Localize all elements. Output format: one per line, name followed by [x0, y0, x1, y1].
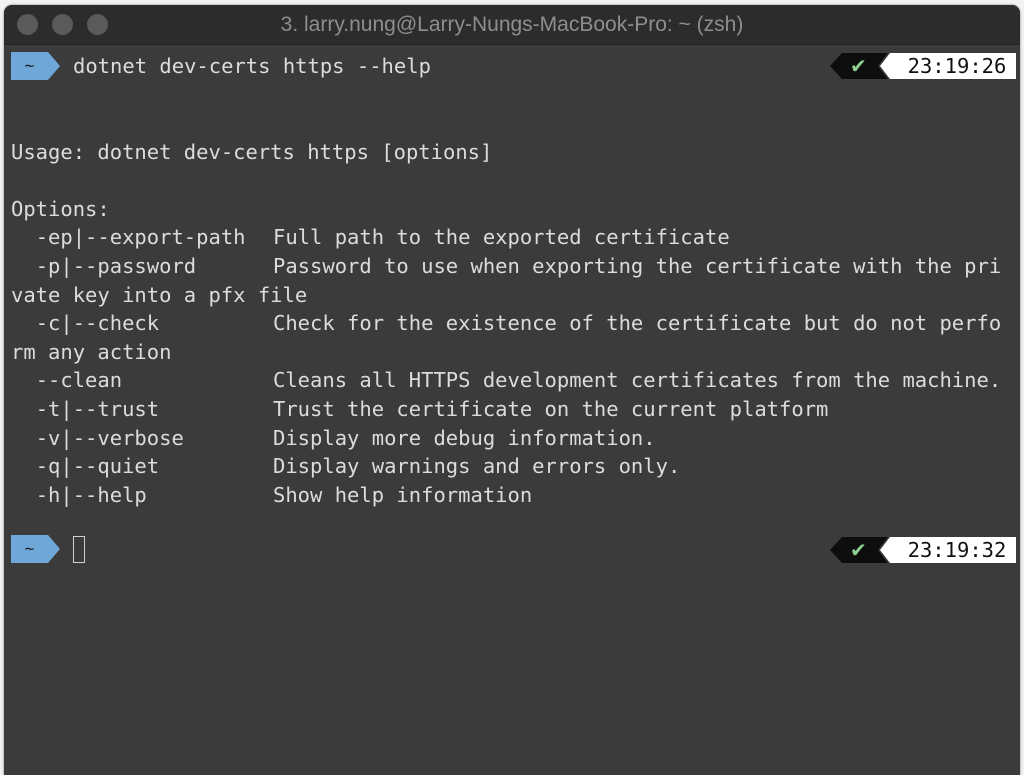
terminal-window: 3. larry.nung@Larry-Nungs-MacBook-Pro: ~… [4, 5, 1020, 775]
usage-line: Usage: dotnet dev-certs https [options] [11, 139, 493, 164]
option-row-wrap: rm any action [11, 339, 172, 364]
option-row-wrap: vate key into a pfx file [11, 282, 308, 307]
prompt-dir: ~ [24, 56, 35, 75]
timestamp: 23:19:26 [907, 54, 1007, 78]
prompt-dir-badge: ~ [11, 535, 60, 563]
option-row: --clean Cleans all HTTPS development cert… [35, 368, 1002, 393]
check-icon: ✔ [850, 538, 867, 562]
option-row: -h|--help Show help information [35, 482, 533, 507]
option-row: -q|--quiet Display warnings and errors on… [35, 454, 681, 479]
title-bar: 3. larry.nung@Larry-Nungs-MacBook-Pro: ~… [4, 5, 1020, 45]
check-icon: ✔ [850, 54, 867, 78]
window-title: 3. larry.nung@Larry-Nungs-MacBook-Pro: ~… [280, 13, 744, 36]
command-text: dotnet dev-certs https --help [73, 54, 431, 78]
option-row: -t|--trust Trust the certificate on the c… [35, 396, 829, 421]
option-row: -c|--check Check for the existence of the… [35, 311, 1002, 336]
option-row: -p|--password Password to use when export… [35, 253, 1002, 278]
prompt-dir-badge: ~ [11, 52, 60, 80]
option-row: -ep|--export-path Full path to the export… [35, 225, 730, 250]
status-badge: ✔ 23:19:26 [830, 53, 1016, 79]
timestamp: 23:19:32 [907, 538, 1007, 562]
status-badge: ✔ 23:19:32 [830, 537, 1016, 563]
option-row: -v|--verbose Display more debug informati… [35, 425, 656, 450]
terminal-content[interactable]: ~ dotnet dev-certs https --help ✔ 23:19:… [11, 46, 1016, 646]
prompt-dir: ~ [24, 539, 35, 558]
options-header: Options: [11, 196, 110, 221]
text-cursor [73, 536, 85, 563]
